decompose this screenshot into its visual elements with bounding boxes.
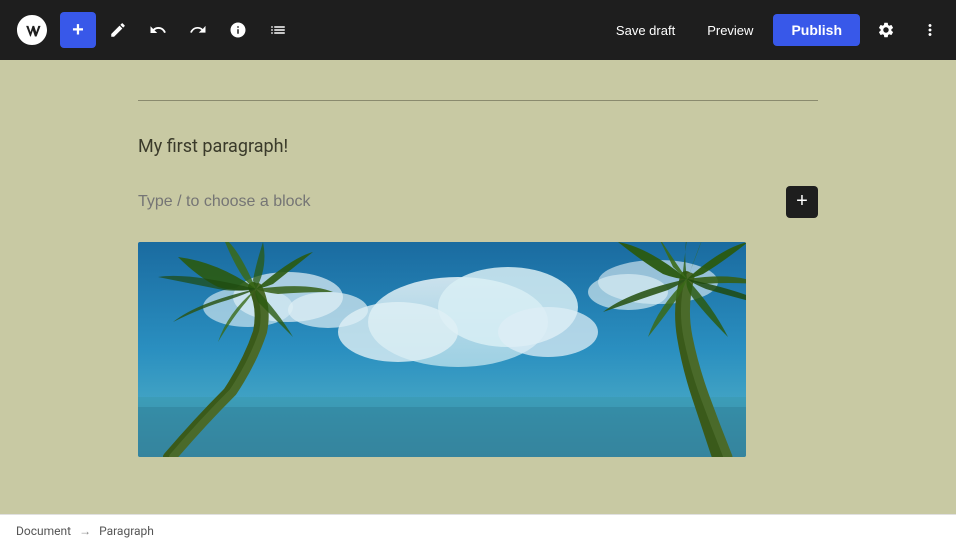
redo-button[interactable] [180,12,216,48]
title-divider [138,100,818,101]
wp-logo[interactable] [8,0,56,60]
add-block-input[interactable] [138,193,774,211]
list-view-button[interactable] [260,12,296,48]
add-block-toolbar-button[interactable]: + [60,12,96,48]
toolbar-right: Save draft Preview Publish [604,12,948,48]
image-block[interactable] [138,242,746,457]
paragraph-block[interactable]: My first paragraph! [138,133,818,162]
brush-tool-button[interactable] [100,12,136,48]
info-button[interactable] [220,12,256,48]
add-block-button[interactable]: + [786,186,818,218]
undo-button[interactable] [140,12,176,48]
add-block-row: + [138,186,818,218]
status-bar: Document → Paragraph [0,514,956,546]
main-toolbar: + Save draft Preview Publish [0,0,956,60]
preview-button[interactable]: Preview [695,17,765,44]
publish-button[interactable]: Publish [773,14,860,46]
editor-area: My first paragraph! + [0,60,956,514]
status-document[interactable]: Document [16,524,71,538]
status-paragraph[interactable]: Paragraph [99,524,154,538]
editor-content: My first paragraph! + [138,100,818,457]
settings-button[interactable] [868,12,904,48]
status-arrow: → [79,524,91,538]
more-options-button[interactable] [912,12,948,48]
save-draft-button[interactable]: Save draft [604,17,687,44]
